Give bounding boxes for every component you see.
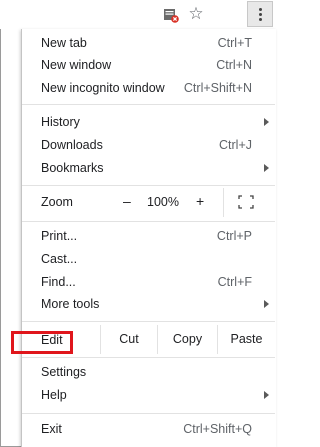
zoom-in-button[interactable]: +: [196, 193, 204, 209]
submenu-arrow-icon: [264, 164, 269, 172]
copy-button[interactable]: Copy: [157, 325, 217, 354]
menu-item-label: More tools: [41, 297, 100, 311]
menu-item-print[interactable]: Print... Ctrl+P: [22, 225, 275, 248]
menu-item-label: Find...: [41, 275, 76, 289]
menu-item-cast[interactable]: Cast...: [22, 248, 275, 271]
menu-item-shortcut: Ctrl+J: [219, 138, 252, 152]
menu-item-more-tools[interactable]: More tools: [22, 293, 275, 316]
menu-item-label: New incognito window: [41, 81, 165, 95]
zoom-row: Zoom – 100% +: [22, 188, 275, 217]
chrome-main-menu: New tab Ctrl+T New window Ctrl+N New inc…: [21, 29, 276, 447]
paste-button[interactable]: Paste: [217, 325, 275, 354]
menu-item-label: Bookmarks: [41, 161, 104, 175]
menu-item-label: Settings: [41, 365, 87, 379]
submenu-arrow-icon: [264, 300, 269, 308]
menu-item-label: Downloads: [41, 138, 103, 152]
menu-item-settings[interactable]: Settings: [22, 361, 275, 384]
browser-toolbar: ☆: [0, 0, 275, 29]
zoom-out-button[interactable]: –: [123, 193, 131, 209]
cut-button[interactable]: Cut: [100, 325, 157, 354]
menu-item-bookmarks[interactable]: Bookmarks: [22, 157, 275, 180]
menu-dot: [259, 8, 262, 11]
menu-item-downloads[interactable]: Downloads Ctrl+J: [22, 134, 275, 157]
menu-item-label: Exit: [41, 422, 62, 436]
menu-dot: [259, 18, 262, 21]
menu-item-shortcut: Ctrl+T: [217, 36, 252, 50]
menu-item-shortcut: Ctrl+N: [216, 58, 252, 72]
menu-item-label: Help: [41, 388, 67, 402]
menu-separator: [22, 104, 275, 105]
menu-item-shortcut: Ctrl+Shift+N: [183, 81, 252, 95]
menu-item-shortcut: Ctrl+Shift+Q: [183, 422, 252, 436]
menu-item-new-window[interactable]: New window Ctrl+N: [22, 54, 275, 77]
blocked-page-icon[interactable]: [163, 7, 179, 23]
menu-separator: [22, 185, 275, 186]
menu-item-label: History: [41, 115, 80, 129]
menu-separator: [22, 357, 275, 358]
menu-separator: [22, 221, 275, 222]
menu-item-exit[interactable]: Exit Ctrl+Shift+Q: [22, 418, 275, 441]
menu-item-label: New window: [41, 58, 112, 72]
menu-item-new-tab[interactable]: New tab Ctrl+T: [22, 32, 275, 55]
submenu-arrow-icon: [264, 118, 269, 126]
star-outline-icon[interactable]: ☆: [187, 4, 205, 24]
settings-highlight-box: [11, 331, 73, 354]
menu-item-find[interactable]: Find... Ctrl+F: [22, 271, 275, 294]
menu-item-shortcut: Ctrl+F: [217, 275, 252, 289]
menu-dot: [259, 13, 262, 16]
three-dot-menu-icon[interactable]: [247, 1, 273, 27]
zoom-level-value: 100%: [147, 195, 179, 209]
fullscreen-icon: [238, 195, 254, 209]
fullscreen-button[interactable]: [223, 188, 275, 217]
menu-item-shortcut: Ctrl+P: [216, 229, 252, 243]
menu-item-label: New tab: [41, 36, 87, 50]
menu-item-help[interactable]: Help: [22, 384, 275, 407]
menu-item-label: Print...: [41, 229, 78, 243]
menu-item-new-incognito-window[interactable]: New incognito window Ctrl+Shift+N: [22, 77, 275, 100]
zoom-label: Zoom: [41, 195, 73, 209]
submenu-arrow-icon: [264, 391, 269, 399]
menu-separator: [22, 321, 275, 322]
menu-item-label: Cast...: [41, 252, 78, 266]
menu-separator: [22, 413, 275, 414]
menu-item-history[interactable]: History: [22, 111, 275, 134]
